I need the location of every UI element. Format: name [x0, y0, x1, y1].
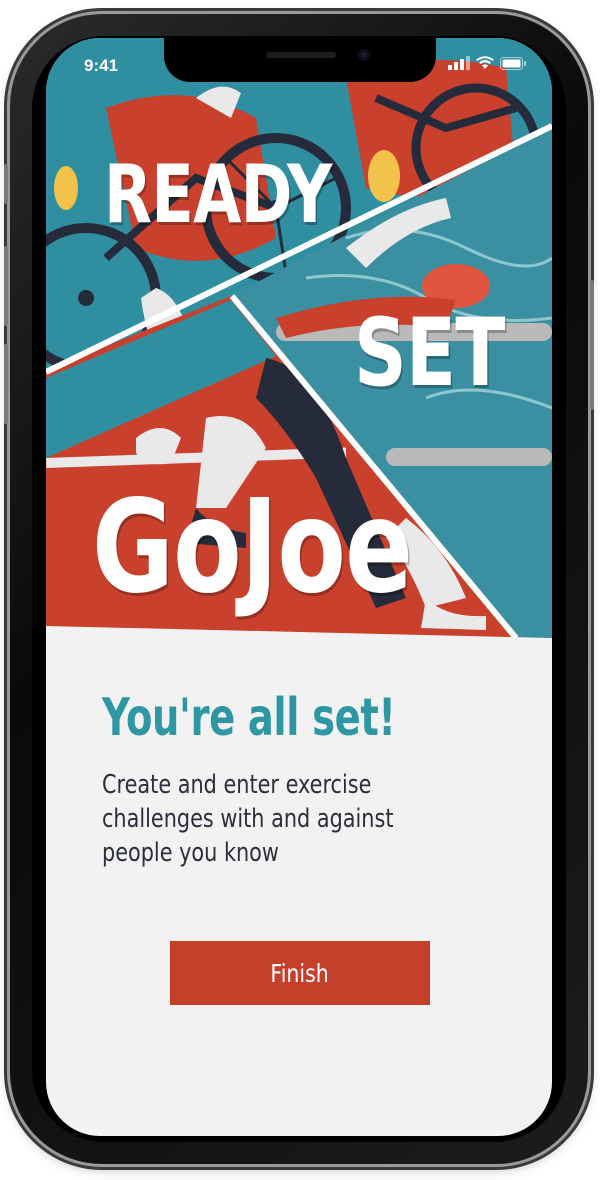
wifi-icon [476, 56, 494, 69]
finish-button[interactable]: Finish [170, 941, 430, 1005]
description-text: Create and enter exercise challenges wit… [102, 770, 394, 868]
mute-switch [4, 164, 8, 204]
battery-icon [500, 56, 526, 70]
signal-icon [448, 56, 470, 70]
finish-button-label: Finish [270, 958, 330, 988]
page-title: You're all set! [102, 688, 396, 748]
earpiece-speaker [266, 52, 336, 58]
power-button [590, 280, 594, 410]
volume-up-button [4, 246, 8, 326]
app-screen: READY SET GoJoe 9:41 You're all set! Cre… [46, 38, 552, 1136]
hero-word-set: SET [354, 299, 505, 408]
hero-word-ready: READY [104, 148, 332, 241]
front-camera [358, 49, 370, 61]
status-icons [448, 56, 526, 70]
volume-down-button [4, 344, 8, 424]
status-time: 9:41 [84, 56, 119, 75]
hero-brand-logo: GoJoe [92, 473, 413, 622]
phone-notch [164, 38, 436, 82]
